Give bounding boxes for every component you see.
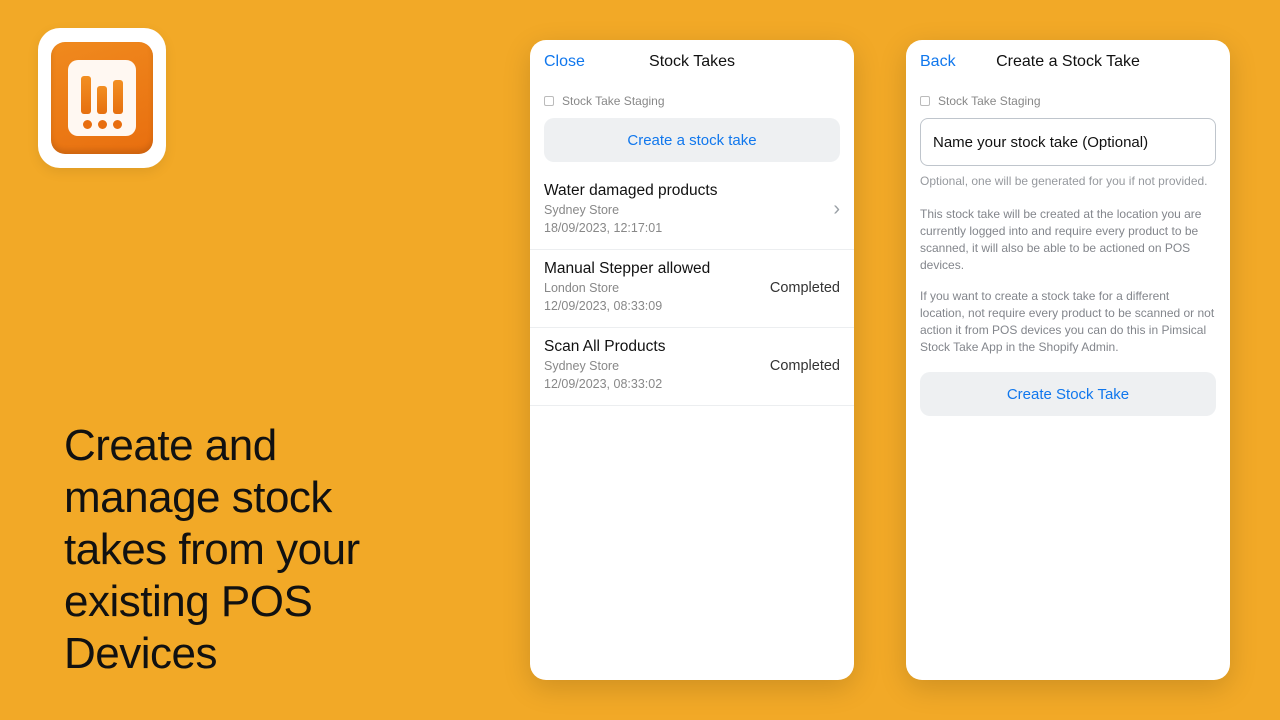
row-timestamp: 12/09/2023, 08:33:09	[544, 298, 762, 316]
nav-title: Stock Takes	[544, 53, 840, 71]
row-timestamp: 18/09/2023, 12:17:01	[544, 220, 827, 238]
info-paragraph-1: This stock take will be created at the l…	[906, 202, 1230, 284]
nav-bar: Back Create a Stock Take	[906, 40, 1230, 84]
stock-take-row[interactable]: Scan All Products Sydney Store 12/09/202…	[530, 328, 854, 406]
stock-takes-screen: Close Stock Takes Stock Take Staging Cre…	[530, 40, 854, 680]
row-status: Completed	[770, 280, 840, 296]
create-stock-take-submit-button[interactable]: Create Stock Take	[920, 372, 1216, 416]
create-stock-take-screen: Back Create a Stock Take Stock Take Stag…	[906, 40, 1230, 680]
stock-take-row[interactable]: Manual Stepper allowed London Store 12/0…	[530, 250, 854, 328]
row-store: Sydney Store	[544, 358, 762, 376]
create-stock-take-button[interactable]: Create a stock take	[544, 118, 840, 162]
row-title: Water damaged products	[544, 182, 827, 200]
name-input-placeholder: Name your stock take (Optional)	[933, 134, 1148, 151]
row-timestamp: 12/09/2023, 08:33:02	[544, 376, 762, 394]
location-icon	[920, 96, 930, 106]
location-label: Stock Take Staging	[562, 94, 665, 108]
name-hint: Optional, one will be generated for you …	[906, 174, 1230, 202]
row-store: Sydney Store	[544, 202, 827, 220]
nav-title: Create a Stock Take	[920, 53, 1216, 71]
close-button[interactable]: Close	[544, 53, 585, 71]
app-logo	[38, 28, 166, 168]
stock-take-row[interactable]: Water damaged products Sydney Store 18/0…	[530, 172, 854, 250]
row-status: Completed	[770, 358, 840, 374]
marketing-headline: Create and manage stock takes from your …	[64, 420, 404, 680]
location-subheader: Stock Take Staging	[906, 84, 1230, 114]
location-subheader: Stock Take Staging	[530, 84, 854, 114]
back-button[interactable]: Back	[920, 53, 956, 71]
row-store: London Store	[544, 280, 762, 298]
info-paragraph-2: If you want to create a stock take for a…	[906, 284, 1230, 366]
location-label: Stock Take Staging	[938, 94, 1041, 108]
location-icon	[544, 96, 554, 106]
row-title: Manual Stepper allowed	[544, 260, 762, 278]
nav-bar: Close Stock Takes	[530, 40, 854, 84]
row-title: Scan All Products	[544, 338, 762, 356]
stock-take-name-input[interactable]: Name your stock take (Optional)	[920, 118, 1216, 166]
chevron-right-icon: ›	[833, 198, 840, 221]
